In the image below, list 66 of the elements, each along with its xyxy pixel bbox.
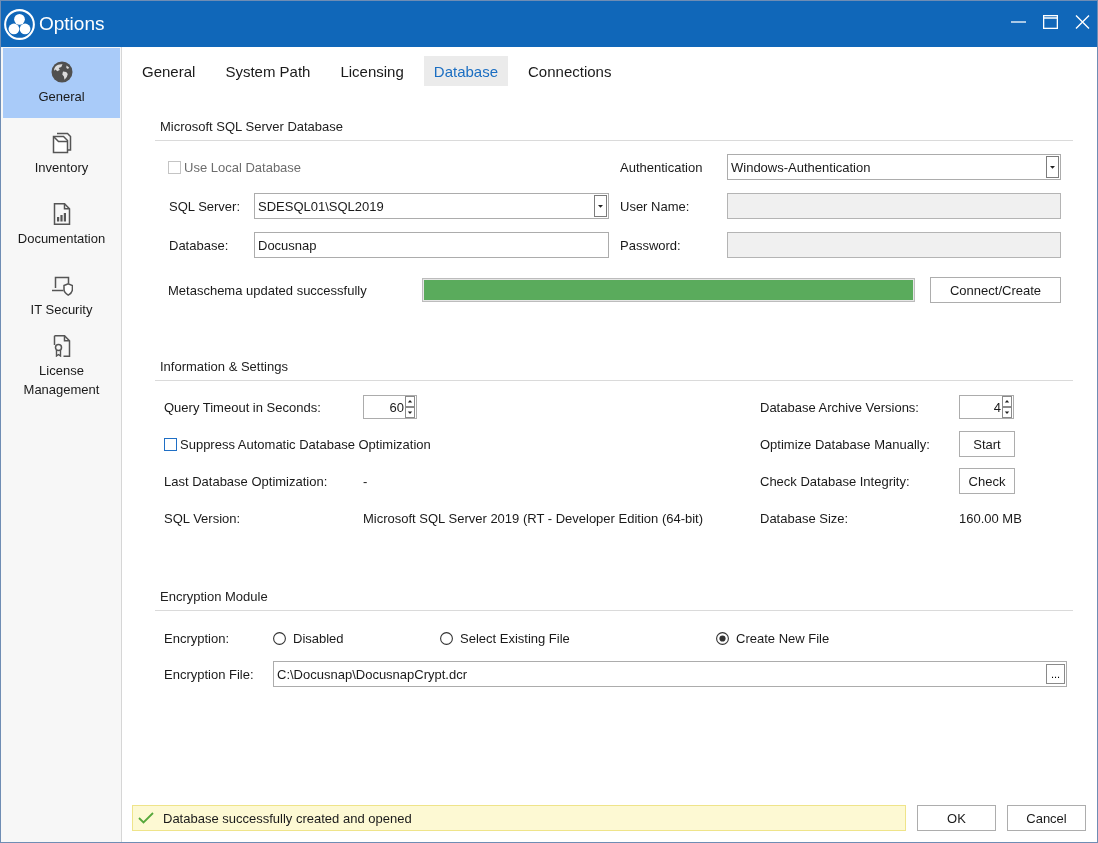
caret-up-icon[interactable]: [1002, 396, 1012, 407]
checkbox[interactable]: [164, 437, 177, 451]
sidebar-item[interactable]: License Management: [3, 332, 120, 402]
browse-button[interactable]: ...: [1046, 664, 1065, 684]
logo-icon: [4, 8, 35, 40]
globe-icon: [50, 60, 73, 83]
caret-down-icon[interactable]: [1002, 407, 1012, 418]
file-path-field[interactable]: C:\Docusnap\DocusnapCrypt.dcr ...: [273, 661, 1067, 687]
field-label: SQL Server:: [168, 198, 242, 214]
status-text: Metaschema updated successfully: [168, 282, 368, 298]
text-field[interactable]: Docusnap: [254, 232, 609, 258]
folder-icon: [50, 131, 73, 154]
value-text: Microsoft SQL Server 2019 (RT - Developer Edition (64-bit): [363, 510, 705, 526]
sidebar-item[interactable]: Inventory: [3, 119, 120, 189]
field-label: Encryption File:: [164, 666, 255, 682]
radio-button[interactable]: [716, 631, 729, 645]
field-label: Database Archive Versions:: [760, 399, 920, 415]
tab[interactable]: Licensing: [330, 56, 414, 86]
field-label: Encryption:: [164, 630, 231, 646]
field-label: Optimize Database Manually:: [760, 436, 931, 452]
cancel-button[interactable]: Cancel: [1007, 805, 1086, 831]
caret-icon[interactable]: [594, 195, 607, 217]
field-label: Last Database Optimization:: [164, 473, 329, 489]
maximize-icon[interactable]: [1043, 15, 1058, 29]
radio-button[interactable]: [440, 631, 453, 645]
checkbox-label: Use Local Database: [183, 159, 302, 175]
caret-up-icon[interactable]: [405, 396, 415, 407]
field-label: Authentication: [620, 159, 704, 175]
sidebar-item[interactable]: Documentation: [3, 190, 120, 260]
number-field[interactable]: 4: [959, 395, 1014, 419]
dropdown[interactable]: Windows-Authentication: [727, 154, 1061, 180]
start-button[interactable]: Start: [959, 431, 1015, 457]
radio-label: Create New File: [736, 630, 830, 646]
value-text: 160.00 MB: [959, 510, 1023, 526]
check-button[interactable]: Check: [959, 468, 1015, 494]
field-label: Database Size:: [760, 510, 850, 526]
field-label: Password:: [620, 237, 682, 253]
close-icon[interactable]: [1075, 15, 1090, 29]
window-title: Options: [39, 13, 105, 35]
caret-icon[interactable]: [1046, 156, 1059, 178]
tab[interactable]: Connections: [518, 56, 622, 86]
ok-button[interactable]: OK: [917, 805, 996, 831]
field-label: SQL Version:: [164, 510, 242, 526]
field-label: Query Timeout in Seconds:: [164, 399, 322, 415]
value-text: -: [363, 473, 369, 489]
radio-label: Select Existing File: [460, 630, 570, 646]
tab[interactable]: General: [132, 56, 206, 86]
sidebar-item[interactable]: General: [3, 48, 120, 118]
dropdown[interactable]: SDESQL01\SQL2019: [254, 193, 609, 219]
checkmark-icon: [138, 812, 154, 824]
section-title: Information & Settings: [160, 359, 288, 374]
status-message: Database successfully created and opened: [163, 810, 412, 826]
checkbox-label: Suppress Automatic Database Optimization: [179, 436, 431, 452]
radio-label: Disabled: [293, 630, 344, 646]
field-label: Check Database Integrity:: [760, 473, 911, 489]
tab[interactable]: System Path: [215, 56, 321, 86]
section-title: Microsoft SQL Server Database: [160, 119, 344, 134]
section-title: Encryption Module: [160, 589, 268, 604]
caret-down-icon[interactable]: [405, 407, 415, 418]
connect-button[interactable]: Connect/Create: [930, 277, 1061, 303]
field-label: Database:: [168, 237, 230, 253]
tab[interactable]: Database: [423, 56, 509, 86]
radio-button[interactable]: [273, 631, 286, 645]
number-field[interactable]: 60: [363, 395, 417, 419]
sidebar-item[interactable]: IT Security: [3, 261, 120, 331]
field-label: User Name:: [620, 198, 691, 214]
